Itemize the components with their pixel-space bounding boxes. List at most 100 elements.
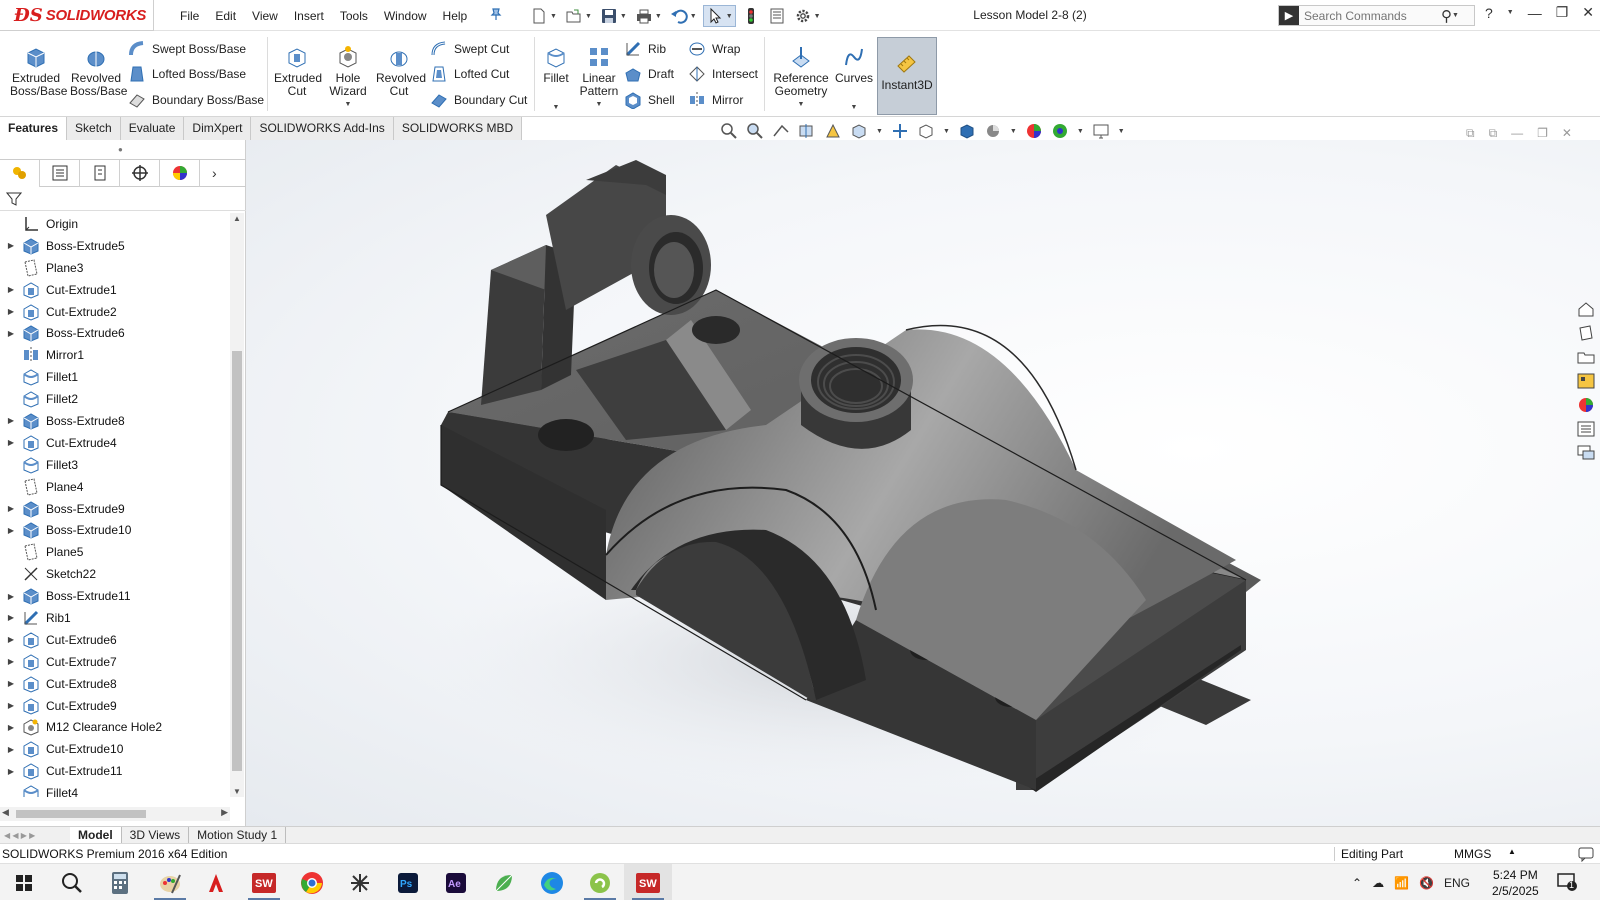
- linear-pattern-dropdown-icon[interactable]: ▼: [596, 98, 603, 111]
- section-view-icon[interactable]: [798, 122, 816, 140]
- expand-arrow-icon[interactable]: ▶: [0, 767, 22, 776]
- edit-appearance-dropdown-icon[interactable]: ▼: [1010, 128, 1017, 135]
- tree-item[interactable]: ▶ Boss-Extrude11: [0, 585, 230, 607]
- tab-model[interactable]: Model: [70, 826, 122, 844]
- shell-button[interactable]: Shell: [624, 91, 675, 109]
- scroll-thumb[interactable]: [232, 351, 242, 771]
- draft-button[interactable]: Draft: [624, 65, 674, 83]
- tree-item[interactable]: Mirror1: [0, 344, 230, 366]
- tree-item[interactable]: Fillet4: [0, 782, 230, 797]
- menu-help[interactable]: Help: [435, 9, 476, 23]
- configuration-manager-tab[interactable]: [80, 159, 120, 187]
- fillet-dropdown-icon[interactable]: ▼: [553, 101, 560, 114]
- tab-sketch[interactable]: Sketch: [67, 117, 121, 140]
- tree-item[interactable]: ▶ Cut-Extrude8: [0, 673, 230, 695]
- viewport-close-icon[interactable]: ✕: [1562, 126, 1572, 141]
- menu-edit[interactable]: Edit: [207, 9, 244, 23]
- tab-scroll-buttons[interactable]: ◀ ◀ ▶ ▶: [0, 831, 70, 840]
- chrome-app[interactable]: [288, 864, 336, 900]
- expand-arrow-icon[interactable]: ▶: [0, 701, 22, 710]
- green-app[interactable]: [576, 864, 624, 900]
- fillet-button[interactable]: Fillet ▼: [538, 35, 574, 114]
- expand-arrow-icon[interactable]: ▶: [0, 592, 22, 601]
- scroll-down-icon[interactable]: ▼: [230, 787, 244, 796]
- tree-item[interactable]: ▶ Boss-Extrude9: [0, 498, 230, 520]
- after-effects-app[interactable]: Ae: [432, 864, 480, 900]
- tab-solidworks-mbd[interactable]: SOLIDWORKS MBD: [393, 117, 523, 140]
- view-orientation-icon[interactable]: [850, 122, 868, 140]
- view-settings-dropdown-icon[interactable]: ▼: [1077, 128, 1084, 135]
- file-explorer-icon[interactable]: [1576, 348, 1596, 366]
- expand-arrow-icon[interactable]: ▶: [0, 438, 22, 447]
- panel-grip-icon[interactable]: ●: [118, 145, 123, 154]
- custom-properties-icon[interactable]: [1576, 420, 1596, 438]
- close-icon[interactable]: ✕: [1582, 4, 1594, 21]
- boundary-boss-button[interactable]: Boundary Boss/Base: [128, 91, 264, 109]
- expand-arrow-icon[interactable]: ▶: [0, 416, 22, 425]
- shaded-display-icon[interactable]: [958, 122, 976, 140]
- boundary-cut-button[interactable]: Boundary Cut: [430, 91, 527, 109]
- search-input[interactable]: [1299, 8, 1439, 23]
- file-properties-button[interactable]: [766, 5, 788, 27]
- expand-arrow-icon[interactable]: ▶: [0, 307, 22, 316]
- monitor-icon[interactable]: [1092, 122, 1110, 140]
- tree-item[interactable]: ▶ Cut-Extrude4: [0, 432, 230, 454]
- scroll-thumb[interactable]: [16, 810, 146, 818]
- expand-arrow-icon[interactable]: ▶: [0, 241, 22, 250]
- previous-view-icon[interactable]: [772, 122, 790, 140]
- help-dropdown-icon[interactable]: ▼: [1507, 9, 1514, 16]
- tree-item[interactable]: Plane4: [0, 476, 230, 498]
- undo-button[interactable]: ▼: [668, 5, 699, 27]
- language-indicator[interactable]: ENG: [1444, 876, 1470, 890]
- tree-item[interactable]: ▶ Rib1: [0, 607, 230, 629]
- tree-item[interactable]: Origin: [0, 213, 230, 235]
- leaf-app[interactable]: [480, 864, 528, 900]
- home-icon[interactable]: [1576, 300, 1596, 318]
- swept-cut-button[interactable]: Swept Cut: [430, 40, 509, 58]
- solidworks-2016-app[interactable]: SW: [240, 864, 288, 900]
- search-dropdown-icon[interactable]: ▼: [1452, 12, 1459, 19]
- expand-arrow-icon[interactable]: ▶: [0, 504, 22, 513]
- print-button[interactable]: ▼: [633, 5, 664, 27]
- hole-wizard-dropdown-icon[interactable]: ▼: [345, 98, 352, 111]
- expand-arrow-icon[interactable]: ▶: [0, 329, 22, 338]
- expand-arrow-icon[interactable]: ▶: [0, 526, 22, 535]
- hole-wizard-button[interactable]: Hole Wizard ▼: [324, 35, 372, 111]
- tree-item[interactable]: Fillet1: [0, 366, 230, 388]
- volume-muted-icon[interactable]: 🔇: [1419, 876, 1434, 890]
- instant3d-button[interactable]: Instant3D: [877, 37, 937, 115]
- graphics-area[interactable]: Y X Z: [246, 140, 1600, 826]
- tree-item[interactable]: ▶ Cut-Extrude6: [0, 629, 230, 651]
- tree-item[interactable]: ▶ Cut-Extrude10: [0, 738, 230, 760]
- tree-item[interactable]: ▶ Cut-Extrude11: [0, 760, 230, 782]
- unit-system[interactable]: MMGS: [1454, 847, 1491, 861]
- display-style-icon[interactable]: [891, 122, 909, 140]
- tree-item[interactable]: ▶ Boss-Extrude6: [0, 322, 230, 344]
- notification-center[interactable]: 1: [1556, 872, 1578, 895]
- revolved-boss-button[interactable]: Revolved Boss/Base: [68, 35, 127, 98]
- edge-app[interactable]: [528, 864, 576, 900]
- solidworks-logo[interactable]: ƉS SOLIDWORKS: [0, 0, 154, 31]
- zoom-to-area-icon[interactable]: [746, 122, 764, 140]
- expand-arrow-icon[interactable]: ▶: [0, 285, 22, 294]
- hide-show-icon[interactable]: [917, 122, 935, 140]
- rebuild-button[interactable]: [740, 5, 762, 27]
- lofted-cut-button[interactable]: Lofted Cut: [430, 65, 509, 83]
- revolved-cut-button[interactable]: Revolved Cut: [374, 35, 426, 98]
- save-button[interactable]: ▼: [598, 5, 629, 27]
- expand-arrow-icon[interactable]: ▶: [0, 657, 22, 666]
- view-settings-icon[interactable]: [1051, 122, 1069, 140]
- tree-item[interactable]: Fillet2: [0, 388, 230, 410]
- scroll-up-icon[interactable]: ▲: [230, 214, 244, 223]
- tab-evaluate[interactable]: Evaluate: [120, 117, 185, 140]
- search-commands[interactable]: ▶ ⚲ ▼: [1278, 5, 1475, 26]
- units-dropdown-icon[interactable]: ▲: [1508, 847, 1516, 856]
- menu-view[interactable]: View: [244, 9, 286, 23]
- new-document-button[interactable]: ▼: [528, 5, 559, 27]
- rib-button[interactable]: Rib: [624, 40, 666, 58]
- part-model-3d[interactable]: [246, 140, 1600, 826]
- reference-geometry-dropdown-icon[interactable]: ▼: [798, 98, 805, 111]
- cloud-icon[interactable]: ☁: [1372, 876, 1384, 890]
- linear-pattern-button[interactable]: Linear Pattern ▼: [576, 35, 622, 111]
- menu-window[interactable]: Window: [376, 9, 435, 23]
